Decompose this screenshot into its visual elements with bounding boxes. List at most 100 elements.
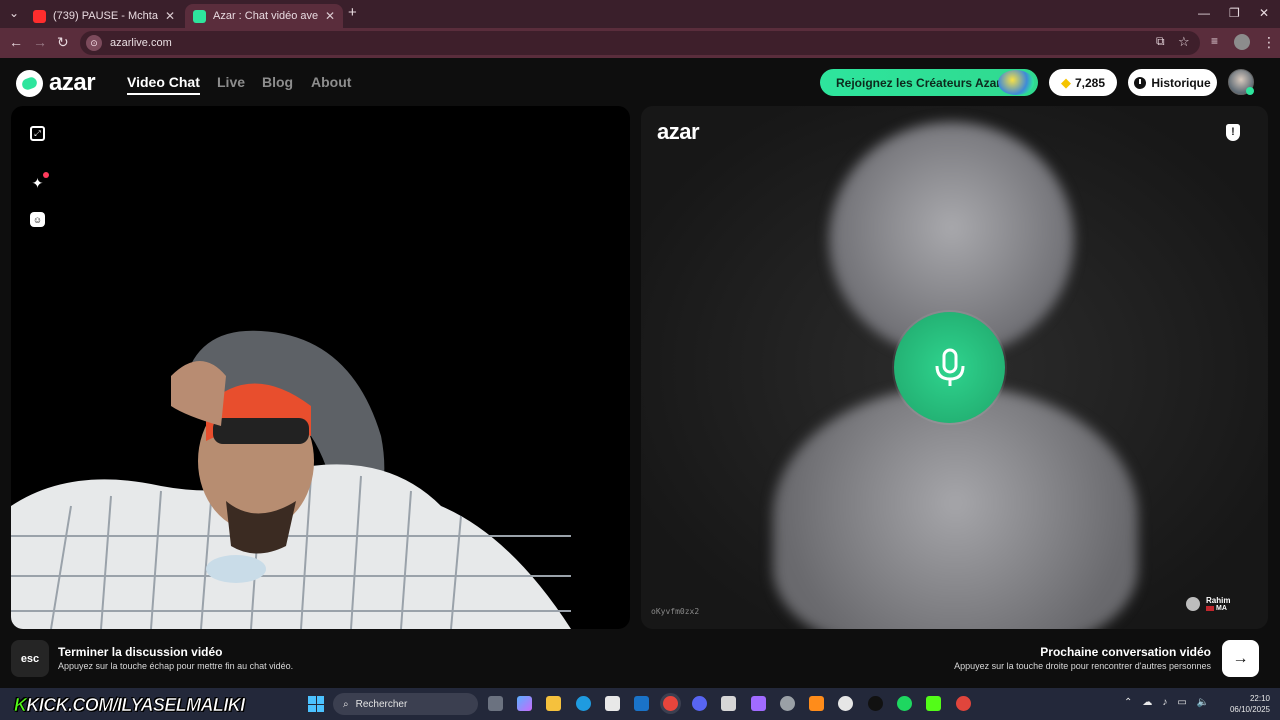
nav-blog[interactable]: Blog	[262, 74, 293, 90]
forward-icon[interactable]: →	[33, 34, 47, 50]
next-chat-title: Prochaine conversation vidéo	[1040, 645, 1211, 659]
windows-taskbar: KKICK.COM/ILYASELMALIKI ⌕ Rechercher ⌃ ☁…	[0, 688, 1280, 720]
tray-chevron-icon[interactable]: ⌃	[1124, 697, 1132, 708]
peer-country: MA	[1216, 605, 1227, 612]
windows-start-icon[interactable]	[308, 696, 324, 712]
remote-video-panel: azar ! oKyvfm0zx2 Rahim MA	[641, 106, 1268, 629]
discord-icon[interactable]	[692, 696, 707, 711]
gem-icon: ◆	[1060, 74, 1071, 90]
local-camera-feed	[11, 330, 571, 629]
close-window-button[interactable]: ✕	[1259, 6, 1269, 20]
peer-info[interactable]: Rahim MA	[1186, 596, 1230, 612]
azar-logo-icon	[16, 69, 43, 97]
gaming-icon[interactable]	[751, 696, 766, 711]
kick-k-logo: K	[14, 695, 28, 716]
microphone-icon	[894, 312, 1005, 423]
next-chat-arrow-button[interactable]: →	[1222, 640, 1259, 677]
kick-icon[interactable]	[926, 696, 941, 711]
online-status-dot	[1246, 87, 1254, 95]
menu-kebab-icon[interactable]: ⋮	[1262, 34, 1276, 51]
restore-button[interactable]: ❐	[1229, 6, 1240, 20]
azar-logo[interactable]: azar	[16, 69, 96, 97]
notification-dot	[43, 172, 49, 178]
time: 22:10	[1249, 694, 1270, 703]
spotify-icon[interactable]	[897, 696, 912, 711]
gems-count: 7,285	[1074, 75, 1106, 90]
end-chat-title: Terminer la discussion vidéo	[58, 645, 223, 659]
app-dark-icon[interactable]	[868, 696, 883, 711]
search-placeholder: Rechercher	[355, 698, 408, 710]
peer-avatar-icon	[1186, 597, 1200, 611]
capture-icon[interactable]	[721, 696, 736, 711]
history-button[interactable]: Historique	[1128, 69, 1217, 96]
vlc-icon[interactable]	[809, 696, 824, 711]
chrome-icon[interactable]	[663, 696, 678, 711]
tab-azar[interactable]: Azar : Chat vidéo avec de nouvelles ✕	[185, 4, 343, 28]
gems-balance-button[interactable]: ◆ 7,285	[1049, 69, 1117, 96]
nav-live[interactable]: Live	[217, 74, 245, 90]
taskbar-clock[interactable]: 22:10 06/10/2025	[1218, 693, 1270, 715]
nav-about[interactable]: About	[311, 74, 351, 90]
report-shield-icon[interactable]: !	[1226, 124, 1240, 141]
taskbar-search[interactable]: ⌕ Rechercher	[333, 693, 478, 715]
expand-icon[interactable]: ⤢	[30, 126, 45, 141]
profile-icon[interactable]	[1234, 34, 1250, 50]
url-bar[interactable]: ⊙ azarlive.com	[80, 31, 1200, 55]
bookmark-star-icon[interactable]: ☆	[1178, 34, 1190, 50]
local-video-panel: ⤢ ✦ ☺	[11, 106, 630, 629]
user-avatar[interactable]	[1228, 69, 1254, 95]
effects-sparkle-icon[interactable]: ✦	[30, 172, 49, 191]
tab-title: Azar : Chat vidéo avec de nouvelles	[213, 10, 318, 22]
date: 06/10/2025	[1229, 705, 1270, 714]
copilot-icon[interactable]	[517, 696, 532, 711]
kick-url: KICK.COM/ILYASELMALIKI	[26, 695, 245, 716]
close-tab-icon[interactable]: ✕	[325, 9, 335, 23]
install-app-icon[interactable]: ⧉	[1156, 34, 1165, 49]
minimize-button[interactable]: —	[1198, 6, 1210, 20]
cloud-icon[interactable]: ☁	[1142, 697, 1152, 708]
edge-icon[interactable]	[576, 696, 591, 711]
volume-icon[interactable]: 🔈	[1197, 697, 1209, 708]
azar-favicon-icon	[193, 9, 206, 23]
join-creators-button[interactable]: Rejoignez les Créateurs Azar	[820, 69, 1038, 96]
join-creators-label: Rejoignez les Créateurs Azar	[836, 75, 1001, 90]
back-icon[interactable]: ←	[9, 34, 23, 50]
outlook-icon[interactable]	[634, 696, 649, 711]
site-info-icon[interactable]: ⊙	[86, 35, 102, 51]
address-bar-row: ← → ↻ ⊙ azarlive.com ⧉ ☆ ≡ ⋮	[0, 28, 1280, 58]
youtube-icon	[33, 9, 46, 23]
system-tray: ⌃ ☁ ♪ ▭ 🔈	[1124, 697, 1209, 708]
url-text: azarlive.com	[110, 37, 172, 49]
file-explorer-icon[interactable]	[546, 696, 561, 711]
peer-name: Rahim	[1206, 596, 1231, 605]
notification-app-icon[interactable]	[956, 696, 971, 711]
browser-tab-bar: ⌄ (739) PAUSE - Mchta w Gdem (Official ✕…	[0, 0, 1280, 28]
reload-icon[interactable]: ↻	[57, 34, 69, 51]
creator-badge-icon	[998, 70, 1034, 95]
close-tab-icon[interactable]: ✕	[165, 9, 175, 23]
end-chat-esc-button[interactable]: esc	[11, 640, 49, 677]
next-chat-subtitle: Appuyez sur la touche droite pour rencon…	[954, 661, 1211, 671]
remote-azar-watermark: azar	[657, 119, 700, 144]
task-view-icon[interactable]	[488, 696, 503, 711]
store-icon[interactable]	[605, 696, 620, 711]
morocco-flag-icon	[1206, 606, 1214, 611]
brand-name: azar	[49, 69, 96, 96]
azar-page: azar Video Chat Live Blog About Rejoigne…	[0, 58, 1280, 688]
history-label: Historique	[1151, 75, 1211, 90]
session-code: oKyvfm0zx2	[651, 607, 700, 616]
tab-youtube[interactable]: (739) PAUSE - Mchta w Gdem (Official ✕	[25, 4, 183, 28]
search-icon: ⌕	[343, 698, 349, 710]
app-icon[interactable]	[838, 696, 853, 711]
display-icon[interactable]: ▭	[1177, 697, 1186, 708]
new-tab-button[interactable]: +	[348, 4, 357, 21]
media-controls-icon[interactable]: ≡	[1211, 34, 1218, 48]
mic-tray-icon[interactable]: ♪	[1162, 697, 1167, 708]
stream-overlay-text: KKICK.COM/ILYASELMALIKI	[14, 695, 246, 716]
tab-search-icon[interactable]: ⌄	[9, 6, 19, 20]
nav-video-chat[interactable]: Video Chat	[127, 74, 200, 95]
end-chat-subtitle: Appuyez sur la touche échap pour mettre …	[58, 661, 294, 671]
face-filter-icon[interactable]: ☺	[30, 212, 45, 227]
obs-icon[interactable]	[780, 696, 795, 711]
clock-icon	[1134, 76, 1147, 89]
